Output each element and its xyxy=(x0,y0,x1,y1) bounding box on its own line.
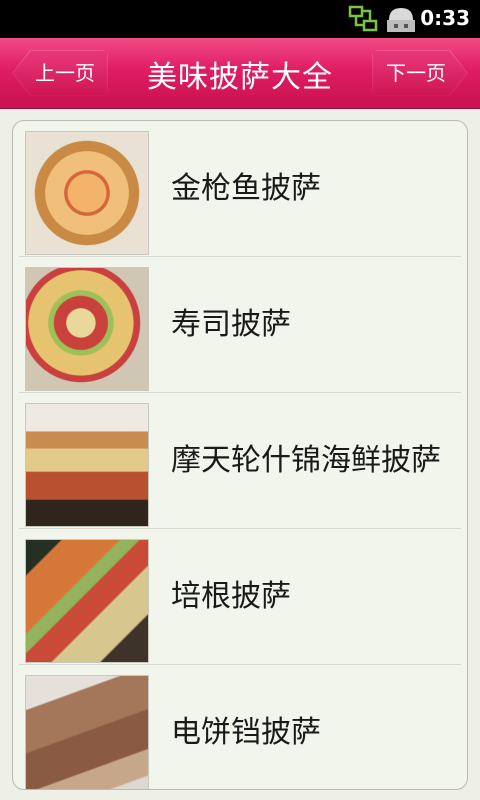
network-sync-icon xyxy=(348,5,378,32)
pizza-thumbnail xyxy=(25,131,149,255)
next-page-label: 下一页 xyxy=(386,61,446,85)
list-item-label: 金枪鱼披萨 xyxy=(171,170,321,206)
pizza-thumbnail xyxy=(25,675,149,789)
list-item[interactable]: 寿司披萨 xyxy=(19,257,461,393)
title-bar: 上一页 美味披萨大全 下一页 xyxy=(0,38,480,109)
status-time: 0:33 xyxy=(420,6,470,30)
pizza-thumbnail xyxy=(25,403,149,527)
recipe-list: 金枪鱼披萨 寿司披萨 摩天轮什锦海鲜披萨 培根披萨 电饼铛披萨 xyxy=(12,120,468,790)
list-item-label: 培根披萨 xyxy=(171,578,291,614)
list-item[interactable]: 摩天轮什锦海鲜披萨 xyxy=(19,393,461,529)
pizza-thumbnail xyxy=(25,539,149,663)
next-page-button[interactable]: 下一页 xyxy=(372,50,468,96)
list-item-label: 摩天轮什锦海鲜披萨 xyxy=(171,442,441,478)
pizza-thumbnail xyxy=(25,267,149,391)
list-item-label: 寿司披萨 xyxy=(171,306,291,342)
usb-debug-icon xyxy=(387,8,415,32)
list-item-label: 电饼铛披萨 xyxy=(171,714,321,750)
list-item[interactable]: 电饼铛披萨 xyxy=(19,665,461,789)
status-bar: 0:33 xyxy=(0,0,480,38)
list-item[interactable]: 金枪鱼披萨 xyxy=(19,121,461,257)
list-item[interactable]: 培根披萨 xyxy=(19,529,461,665)
